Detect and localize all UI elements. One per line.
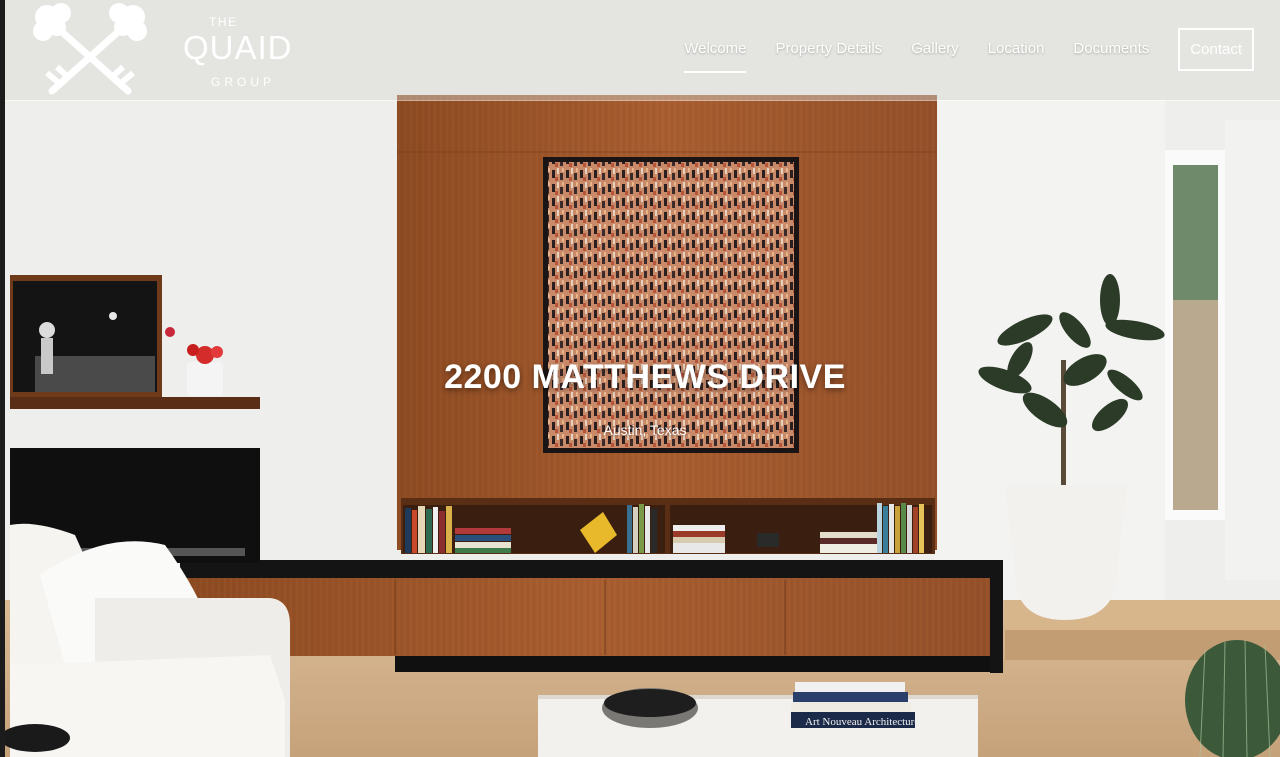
contact-button[interactable]: Contact <box>1178 28 1254 71</box>
nav-gallery[interactable]: Gallery <box>911 28 959 71</box>
logo-group-text: GROUP <box>211 75 276 89</box>
book-spine-text: Art Nouveau Architecture <box>805 716 919 728</box>
nav-documents[interactable]: Documents <box>1073 28 1149 71</box>
hero-section: Art Nouveau Architecture 2200 MATTHEWS D… <box>0 0 1280 757</box>
main-nav: Welcome Property Details Gallery Locatio… <box>655 28 1254 73</box>
nav-welcome[interactable]: Welcome <box>684 28 747 73</box>
nav-location[interactable]: Location <box>988 28 1045 71</box>
property-location: Austin, Texas <box>603 422 687 438</box>
quaid-group-logo[interactable]: THE QUAID GROUP <box>33 3 293 99</box>
crossed-keys-icon <box>33 3 147 95</box>
nav-property-details[interactable]: Property Details <box>775 28 882 71</box>
site-header: THE QUAID GROUP Welcome Property Details… <box>5 0 1280 101</box>
logo-name-text: QUAID <box>183 29 293 66</box>
property-title: 2200 MATTHEWS DRIVE <box>444 358 846 396</box>
logo-the-text: THE <box>209 15 238 29</box>
